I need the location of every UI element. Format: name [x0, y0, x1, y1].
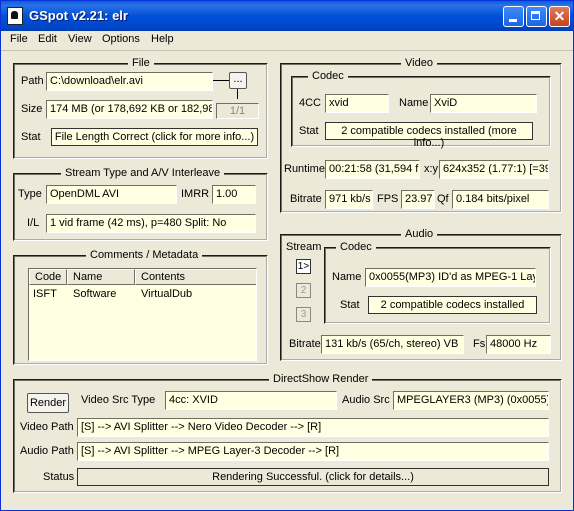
menu-file[interactable]: File — [10, 33, 28, 45]
path-field[interactable]: C:\download\elr.avi — [46, 72, 213, 91]
file-group: File Path C:\download\elr.avi ... Size 1… — [13, 57, 268, 159]
audio-bitrate-label: Bitrate — [289, 338, 321, 350]
close-button[interactable]: ✕ — [549, 6, 570, 27]
menu-options[interactable]: Options — [102, 33, 140, 45]
column-header-contents[interactable]: Contents — [135, 269, 256, 285]
il-label: I/L — [27, 217, 40, 229]
type-field: OpenDML AVI — [46, 185, 177, 204]
title-bar[interactable]: GSpot v2.21: elr ✕ — [1, 1, 573, 31]
video-name-label: Name — [399, 97, 429, 109]
audio-codec-group: Codec Name 0x0055(MP3) ID'd as MPEG-1 La… — [324, 241, 551, 324]
audio-codec-title: Codec — [336, 241, 376, 253]
imrr-label: IMRR — [181, 188, 210, 200]
audio-path-label: Audio Path — [20, 445, 74, 457]
stream-label: Stream — [286, 241, 322, 253]
file-stat-button[interactable]: File Length Correct (click for more info… — [51, 128, 258, 146]
video-name-field: XviD — [430, 94, 537, 113]
video-stat-button[interactable]: 2 compatible codecs installed (more info… — [325, 122, 533, 149]
size-field: 174 MB (or 178,692 KB or 182,98 — [46, 100, 213, 119]
audio-stat-label: Stat — [340, 299, 360, 311]
audio-stream-3-button[interactable]: 3 — [296, 307, 311, 322]
menu-bar: File Edit View Options Help — [1, 31, 573, 51]
render-button[interactable]: Render — [27, 393, 69, 413]
minimize-button[interactable] — [503, 6, 524, 27]
type-label: Type — [18, 188, 42, 200]
runtime-field: 00:21:58 (31,594 fr — [325, 160, 420, 179]
status-label: Status — [43, 471, 75, 483]
video-codec-group: Codec 4CC xvid Name XviD Stat 2 compatib… — [291, 70, 551, 149]
maximize-button[interactable] — [526, 6, 547, 27]
video-path-field: [S] --> AVI Splitter --> Nero Video Deco… — [77, 418, 549, 437]
video-group: Video Codec 4CC xvid Name XviD Stat 2 co… — [280, 57, 562, 213]
path-label: Path — [21, 75, 44, 87]
menu-help[interactable]: Help — [151, 33, 174, 45]
comments-group-title: Comments / Metadata — [86, 249, 203, 261]
video-stat-label: Stat — [299, 125, 319, 137]
fs-field: 48000 Hz — [486, 335, 551, 354]
row-code: ISFT — [33, 288, 57, 300]
window-title: GSpot v2.21: elr — [29, 8, 128, 23]
video-src-type-label: Video Src Type — [81, 394, 156, 406]
gspot-window: GSpot v2.21: elr ✕ File Edit View Option… — [0, 0, 574, 511]
audio-stat-button[interactable]: 2 compatible codecs installed — [368, 296, 537, 314]
size-label: Size — [21, 103, 43, 115]
stream-group-title: Stream Type and A/V Interleave — [61, 167, 225, 179]
audio-stream-2-button[interactable]: 2 — [296, 283, 311, 298]
stream-type-group: Stream Type and A/V Interleave Type Open… — [13, 167, 268, 241]
fps-label: FPS — [377, 193, 399, 205]
audio-bitrate-field: 131 kb/s (65/ch, stereo) VB — [321, 335, 464, 354]
column-header-name[interactable]: Name — [67, 269, 135, 285]
video-bitrate-field: 971 kb/s — [325, 190, 373, 209]
render-group-title: DirectShow Render — [269, 373, 373, 385]
audio-name-label: Name — [332, 271, 362, 283]
runtime-label: Runtime — [284, 163, 325, 175]
minimize-icon — [509, 19, 517, 22]
directshow-render-group: DirectShow Render Render Video Src Type … — [13, 373, 562, 493]
column-header-code[interactable]: Code — [29, 269, 67, 285]
comments-group: Comments / Metadata Code Name Contents I… — [13, 249, 268, 365]
video-path-label: Video Path — [20, 421, 74, 433]
qf-field: 0.184 bits/pixel — [452, 190, 549, 209]
menu-view[interactable]: View — [68, 33, 92, 45]
audio-group-title: Audio — [401, 228, 438, 240]
row-name: Software — [73, 288, 117, 300]
audio-stream-1-button[interactable]: 1> — [296, 259, 311, 274]
audio-src-field: MPEGLAYER3 (MP3) (0x0055) — [393, 391, 549, 410]
browse-connector — [213, 80, 229, 81]
video-group-title: Video — [401, 57, 437, 69]
file-stat-label: Stat — [21, 131, 41, 143]
audio-name-field: 0x0055(MP3) ID'd as MPEG-1 Lay — [365, 268, 536, 287]
close-icon: ✕ — [553, 8, 566, 24]
row-contents: VirtualDub — [141, 288, 193, 300]
xy-field: 624x352 (1.77:1) [=39 — [439, 160, 549, 179]
video-codec-title: Codec — [308, 70, 348, 82]
metadata-listview[interactable]: Code Name Contents ISFT Software Virtual… — [28, 268, 257, 361]
menu-edit[interactable]: Edit — [38, 33, 57, 45]
audio-path-field: [S] --> AVI Splitter --> MPEG Layer-3 De… — [77, 442, 549, 461]
gspot-app-icon[interactable] — [7, 7, 23, 25]
video-src-type-field: 4cc: XVID — [165, 391, 337, 410]
fs-label: Fs — [473, 338, 486, 350]
file-group-title: File — [128, 57, 154, 69]
il-field: 1 vid frame (42 ms), p=480 Split: No — [46, 214, 256, 233]
fourcc-field: xvid — [325, 94, 389, 113]
xy-label: x:y — [424, 163, 439, 175]
fourcc-label: 4CC — [299, 97, 322, 109]
fps-field: 23.97 — [401, 190, 435, 209]
page-counter: 1/1 — [216, 103, 259, 119]
browse-connector-vertical — [237, 89, 238, 99]
audio-src-label: Audio Src — [342, 394, 390, 406]
video-bitrate-label: Bitrate — [290, 193, 322, 205]
audio-group: Audio Stream 1> 2 3 Codec Name 0x0055(MP… — [280, 228, 562, 361]
render-status-button[interactable]: Rendering Successful. (click for details… — [77, 468, 549, 486]
imrr-field: 1.00 — [212, 185, 256, 204]
qf-label: Qf — [437, 193, 449, 205]
browse-button[interactable]: ... — [229, 72, 247, 89]
maximize-icon — [531, 11, 540, 20]
